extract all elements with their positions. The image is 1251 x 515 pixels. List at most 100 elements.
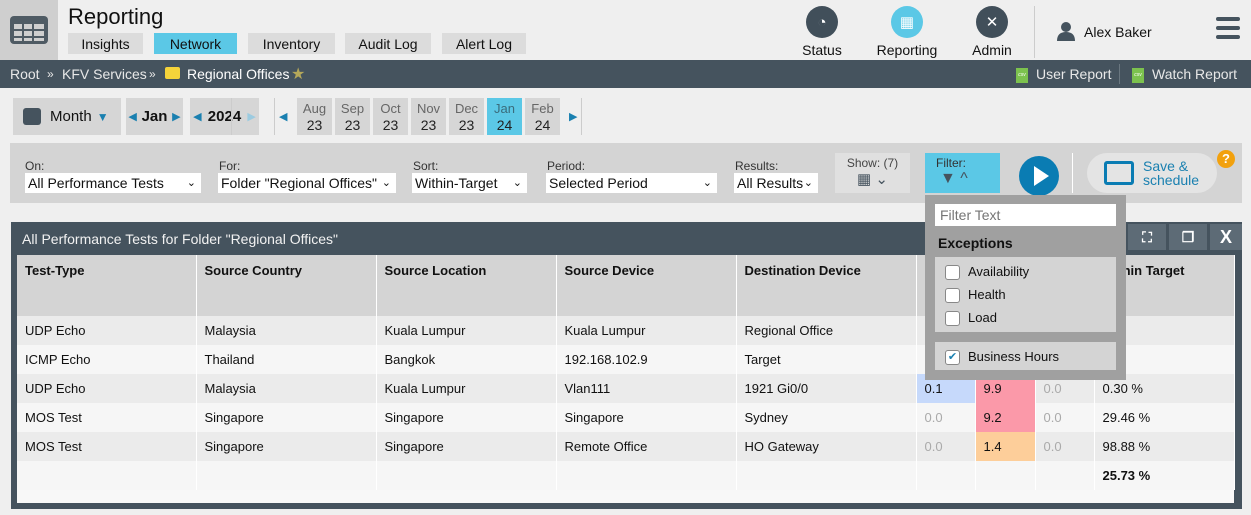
page-title: Reporting	[68, 4, 164, 29]
cell: 1921 Gi0/0	[736, 374, 917, 403]
cell: Singapore	[556, 403, 737, 432]
tab-alert-log[interactable]: Alert Log	[442, 33, 526, 54]
month-nov-23[interactable]: Nov 23	[411, 98, 446, 135]
cell: HO Gateway	[736, 432, 917, 461]
cell: Malaysia	[196, 374, 377, 403]
cell: 29.46 %	[1094, 403, 1235, 432]
show-columns-button[interactable]: Show: (7) ▦ ⌄	[835, 153, 910, 193]
gauge-icon: ◔	[806, 6, 838, 38]
tab-inventory[interactable]: Inventory	[248, 33, 335, 54]
col-source-device[interactable]: Source Device	[556, 255, 737, 316]
month-dec-23[interactable]: Dec 23	[449, 98, 484, 135]
cell: Bangkok	[376, 345, 557, 374]
table-row[interactable]: MOS Test Singapore Singapore Singapore Sydne…	[17, 403, 1235, 432]
col-source-country[interactable]: Source Country	[196, 255, 377, 316]
availability-checkbox[interactable]: Availability	[945, 264, 1029, 281]
cell: Kuala Lumpur	[376, 316, 557, 345]
user-report-link[interactable]: csv User Report	[1016, 66, 1111, 83]
columns-icon: ▦ ⌄	[857, 171, 888, 188]
crumb-sep: »	[149, 67, 156, 81]
col-source-location[interactable]: Source Location	[376, 255, 557, 316]
table-icon: ▦	[891, 6, 923, 38]
prev-month-icon[interactable]: ◀	[128, 110, 136, 123]
tab-insights[interactable]: Insights	[68, 33, 143, 54]
star-icon[interactable]: ★	[291, 64, 305, 84]
cell: Singapore	[376, 432, 557, 461]
next-month-icon[interactable]: ▶	[172, 110, 180, 123]
results-select[interactable]: All Results ⌄	[734, 173, 818, 193]
report-title: All Performance Tests for Folder "Region…	[22, 231, 338, 247]
period-label: Period:	[547, 159, 586, 173]
sort-label: Sort:	[413, 159, 439, 173]
folder-icon	[165, 67, 180, 79]
tab-network[interactable]: Network	[154, 33, 237, 54]
run-play-button[interactable]	[1019, 156, 1059, 196]
cell: UDP Echo	[17, 374, 197, 403]
crumb-root[interactable]: Root	[10, 66, 40, 82]
cell: Singapore	[376, 403, 557, 432]
app-grid-icon[interactable]	[0, 0, 58, 60]
tab-audit-log[interactable]: Audit Log	[345, 33, 431, 54]
cell: 0.0	[916, 432, 976, 461]
tools-icon: ✕	[976, 6, 1008, 38]
crumb-sep: »	[47, 67, 54, 81]
help-icon[interactable]: ?	[1217, 150, 1235, 168]
mode-label: Month	[50, 108, 92, 125]
watch-report-link[interactable]: csv Watch Report	[1132, 66, 1237, 83]
nav-label: Reporting	[876, 42, 938, 58]
hamburger-menu-icon[interactable]	[1216, 16, 1240, 43]
month-oct-23[interactable]: Oct 23	[373, 98, 408, 135]
table-row[interactable]: MOS Test Singapore Singapore Remote Office H…	[17, 432, 1235, 461]
cell: Kuala Lumpur	[556, 316, 737, 345]
popout-icon[interactable]: ❐	[1169, 224, 1207, 250]
cell: Sydney	[736, 403, 917, 432]
nav-status[interactable]: ◔ Status	[787, 6, 857, 58]
cell: MOS Test	[17, 403, 197, 432]
month-aug-23[interactable]: Aug 23	[297, 98, 332, 135]
filter-text-input[interactable]	[935, 204, 1116, 226]
nav-admin[interactable]: ✕ Admin	[957, 6, 1027, 58]
filter-panel: On: All Performance Tests ⌄ For: Folder "…	[10, 143, 1242, 203]
cell: 9.2	[975, 403, 1036, 432]
timeline-next-icon[interactable]: ▶	[569, 110, 577, 123]
divider	[1034, 6, 1035, 58]
nav-reporting[interactable]: ▦ Reporting	[872, 6, 942, 58]
csv-icon: csv	[1132, 67, 1144, 83]
filter-toggle-button[interactable]: Filter: ▼ ^	[925, 153, 1000, 193]
business-hours-checkbox[interactable]: ✔ Business Hours	[945, 349, 1059, 366]
crumb-kfv[interactable]: KFV Services	[62, 66, 147, 82]
cell: 1.4	[975, 432, 1036, 461]
month-feb-24[interactable]: Feb 24	[525, 98, 560, 135]
col-destination-device[interactable]: Destination Device	[736, 255, 917, 316]
month-jan-24[interactable]: Jan 24	[487, 98, 522, 135]
for-label: For:	[219, 159, 241, 173]
divider	[581, 98, 582, 135]
fullscreen-icon[interactable]: ⛶	[1128, 224, 1166, 250]
timeline-prev-icon[interactable]: ◀	[279, 110, 287, 123]
cell: Remote Office	[556, 432, 737, 461]
for-select[interactable]: Folder "Regional Offices" ⌄	[218, 173, 396, 193]
close-button[interactable]: X	[1210, 224, 1242, 250]
prev-year-icon[interactable]: ◀	[193, 110, 201, 123]
health-checkbox[interactable]: Health	[945, 287, 1006, 304]
cell: 0.0	[1035, 432, 1095, 461]
checkmark-icon: ✔	[945, 350, 960, 366]
save-schedule-button[interactable]: Save & schedule	[1087, 153, 1217, 193]
cell: 98.88 %	[1094, 432, 1235, 461]
period-select[interactable]: Selected Period ⌄	[546, 173, 717, 193]
load-checkbox[interactable]: Load	[945, 310, 997, 327]
period-mode-select[interactable]: Month ▼	[13, 98, 121, 135]
on-select[interactable]: All Performance Tests ⌄	[25, 173, 201, 193]
user-icon	[1056, 21, 1076, 44]
year-stepper[interactable]: ◀ 2024 ▶	[190, 98, 259, 135]
col-test-type[interactable]: Test-Type	[17, 255, 197, 316]
year-value: 2024	[207, 108, 242, 125]
month-stepper[interactable]: ◀ Jan ▶	[126, 98, 183, 135]
user-name[interactable]: Alex Baker	[1084, 24, 1152, 40]
cell: UDP Echo	[17, 316, 197, 345]
sort-select[interactable]: Within-Target ⌄	[412, 173, 527, 193]
divider	[1119, 64, 1120, 84]
chevron-down-icon: ▼	[96, 109, 109, 124]
month-sep-23[interactable]: Sep 23	[335, 98, 370, 135]
total-value: 25.73 %	[1094, 461, 1235, 490]
